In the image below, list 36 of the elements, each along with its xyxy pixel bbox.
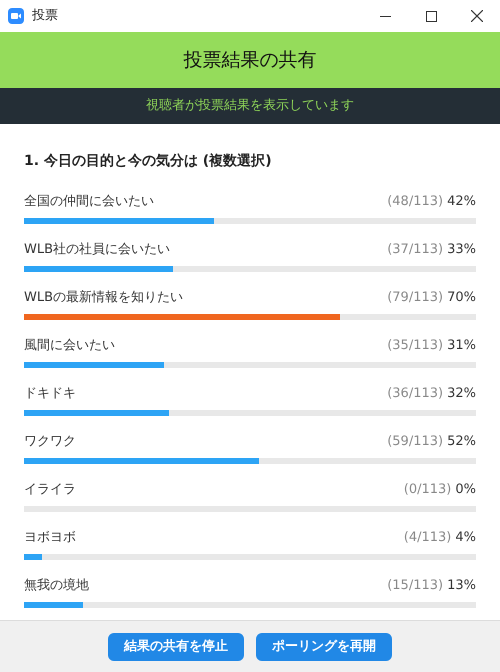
video-camera-icon [8,8,24,24]
window-title: 投票 [32,7,58,26]
option-label: 風間に会いたい [24,337,115,355]
vote-count: (59/113) [387,433,444,451]
question-title: 1. 今日の目的と今の気分は (複数選択) [24,152,273,171]
option-label: WLB社の社員に会いたい [24,241,170,259]
option-label: イライラ [24,481,76,499]
vote-count: (35/113) [387,337,444,355]
vote-count: (4/113) [404,529,452,547]
vote-percent: 42% [447,193,476,211]
banner-text: 視聴者が投票結果を表示しています [146,97,354,116]
close-icon [471,10,483,22]
option-label: ワクワク [24,433,76,451]
vote-percent: 70% [447,289,476,307]
option-label: 全国の仲間に会いたい [24,193,154,211]
vote-percent: 33% [447,241,476,259]
vote-count: (36/113) [387,385,444,403]
action-button[interactable]: 結果の共有を停止 [108,632,244,660]
option-label: ドキドキ [24,385,76,403]
vote-count: (48/113) [387,193,444,211]
vote-percent: 52% [447,433,476,451]
action-button[interactable]: ポーリングを再開 [256,632,392,660]
vote-percent: 4% [455,529,476,547]
option-label: WLBの最新情報を知りたい [24,289,184,307]
option-label: 無我の境地 [24,577,89,595]
vote-count: (15/113) [387,577,444,595]
vote-percent: 32% [447,385,476,403]
vote-count: (79/113) [387,289,444,307]
header-title: 投票結果の共有 [184,48,316,73]
maximize-icon [426,10,436,22]
option-label: ヨボヨボ [24,529,76,547]
vote-percent: 0% [455,481,476,499]
vote-count: (0/113) [404,481,452,499]
vote-count: (37/113) [387,241,444,259]
vote-percent: 13% [447,577,476,595]
vote-percent: 31% [447,337,476,355]
